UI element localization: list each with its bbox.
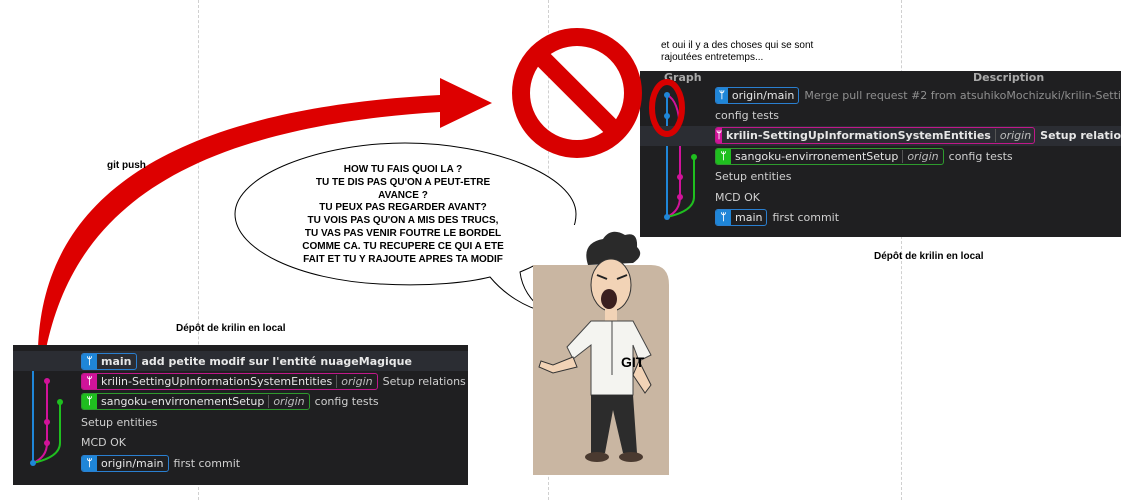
highlight-ellipse bbox=[649, 79, 685, 137]
prohibited-icon bbox=[512, 28, 642, 158]
overlay-marks bbox=[512, 28, 685, 158]
